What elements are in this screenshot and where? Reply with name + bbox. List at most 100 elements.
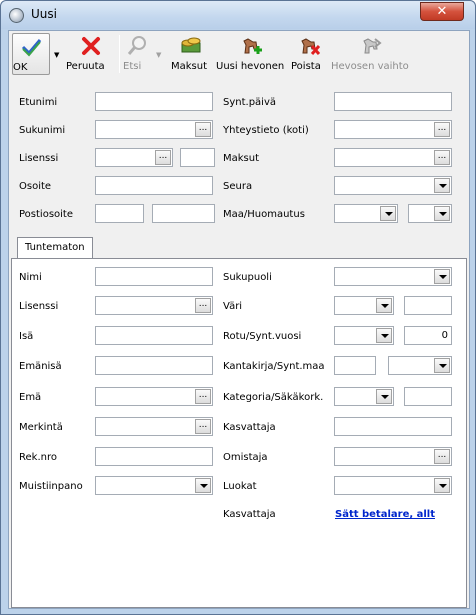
breed-dropdown-icon[interactable] [376,328,392,343]
horse-swap-button[interactable]: Hevosen vaihto [331,33,411,75]
classes-dropdown-icon[interactable] [434,478,450,493]
sex-label: Sukupuoli [223,272,272,283]
last-name-browse-button[interactable]: ... [195,122,211,137]
notes-dropdown-icon[interactable] [195,478,211,493]
note-select[interactable] [408,204,452,223]
horse-delete-icon [301,38,320,55]
payments-button[interactable]: Maksut [171,33,211,75]
payments-field[interactable]: ... [334,148,452,167]
postal-city-field[interactable] [152,204,215,223]
notes-select[interactable] [95,476,213,495]
contact-label: Yhteystieto (koti) [223,125,309,136]
dam-label: Emä [19,392,42,403]
horse-swap-label: Hevosen vaihto [331,61,409,72]
last-name-label: Sukunimi [19,125,66,136]
postal-address-label: Postiosoite [19,209,73,220]
owner-license-browse-button[interactable]: ... [155,150,171,165]
breed-select[interactable] [334,326,394,345]
birth-year-value: 0 [441,330,448,341]
birth-date-label: Synt.päivä [223,97,277,108]
owner-license-extra-field[interactable] [180,148,215,167]
horse-license-browse-button[interactable]: ... [195,298,211,313]
note-dropdown-icon[interactable] [434,206,450,221]
notes-label: Muistiinpano [19,481,83,492]
owner-label: Omistaja [223,452,268,463]
birth-year-field[interactable]: 0 [404,326,452,345]
category-select[interactable] [334,387,394,406]
horse-license-field[interactable]: ... [95,296,213,315]
ok-dropdown-icon[interactable]: ▼ [54,51,59,59]
app-window: Uusi ✕ OK ▼ Peruuta Etsi ▼ Maksut Uusi h… [0,0,476,615]
color-label: Väri [223,301,243,312]
address-field[interactable] [95,176,213,195]
dam-sire-label: Emänisä [19,361,62,372]
postal-code-field[interactable] [95,204,144,223]
search-button[interactable]: Etsi [123,33,151,75]
payments-browse-button[interactable]: ... [434,150,450,165]
category-dropdown-icon[interactable] [376,389,392,404]
withers-height-field[interactable] [404,387,452,406]
sire-field[interactable] [95,326,213,345]
club-dropdown-icon[interactable] [434,178,450,193]
red-x-icon [82,37,100,55]
studbook-country-label: Kantakirja/Synt.maa [223,361,325,372]
country-select[interactable] [334,204,398,223]
contact-browse-button[interactable]: ... [434,122,450,137]
last-name-field[interactable]: ... [95,120,213,139]
horse-name-field[interactable] [95,267,213,286]
contact-field[interactable]: ... [334,120,452,139]
breeder-label-2: Kasvattaja [223,509,276,520]
search-label: Etsi [123,61,142,72]
reg-number-label: Rek.nro [19,452,57,463]
set-payer-link[interactable]: Sätt betalare, allt [335,509,435,520]
reg-number-field[interactable] [95,447,213,466]
title-bar: Uusi ✕ [1,1,475,29]
new-horse-button[interactable]: Uusi hevonen [216,33,286,75]
ok-label: OK [13,62,28,73]
sex-select[interactable] [334,267,452,286]
app-icon [9,8,24,23]
category-height-label: Kategoria/Säkäkork. [223,392,324,403]
address-label: Osoite [19,181,52,192]
toolbar-separator [119,35,120,73]
toolbar: OK ▼ Peruuta Etsi ▼ Maksut Uusi hevonen … [9,31,469,77]
delete-button[interactable]: Poista [291,33,327,75]
sex-dropdown-icon[interactable] [434,269,450,284]
birth-country-select[interactable] [388,356,452,375]
color-extra-field[interactable] [404,296,452,315]
owner-browse-button[interactable]: ... [434,449,450,464]
first-name-label: Etunimi [19,97,58,108]
payments-label: Maksut [171,61,208,72]
breeder-field[interactable] [334,417,452,436]
color-select[interactable] [334,296,394,315]
country-dropdown-icon[interactable] [380,206,396,221]
tab-unknown[interactable]: Tuntematon [17,237,93,259]
country-note-label: Maa/Huomautus [223,209,305,220]
sire-label: Isä [19,331,34,342]
classes-select[interactable] [334,476,452,495]
owner-license-label: Lisenssi [19,153,59,164]
close-button[interactable]: ✕ [420,2,464,21]
club-select[interactable] [334,176,452,195]
owner-field[interactable]: ... [334,447,452,466]
magnifier-icon [127,36,146,55]
breed-year-label: Rotu/Synt.vuosi [223,331,302,342]
cancel-button[interactable]: Peruuta [66,33,116,75]
owner-license-field[interactable]: ... [95,148,173,167]
birth-date-field[interactable] [334,92,452,111]
dam-browse-button[interactable]: ... [195,389,211,404]
dam-sire-field[interactable] [95,356,213,375]
horse-swap-icon [363,38,382,54]
marking-field[interactable]: ... [95,417,213,436]
dialog-client: OK ▼ Peruuta Etsi ▼ Maksut Uusi hevonen … [8,30,470,609]
marking-browse-button[interactable]: ... [195,419,211,434]
payments-field-label: Maksut [223,153,260,164]
dam-field[interactable]: ... [95,387,213,406]
window-title: Uusi [31,7,57,21]
first-name-field[interactable] [95,92,213,111]
studbook-field[interactable] [334,356,376,375]
ok-button[interactable]: OK [12,33,50,75]
birth-country-dropdown-icon[interactable] [434,358,450,373]
color-dropdown-icon[interactable] [376,298,392,313]
search-dropdown-icon[interactable]: ▼ [156,51,161,59]
